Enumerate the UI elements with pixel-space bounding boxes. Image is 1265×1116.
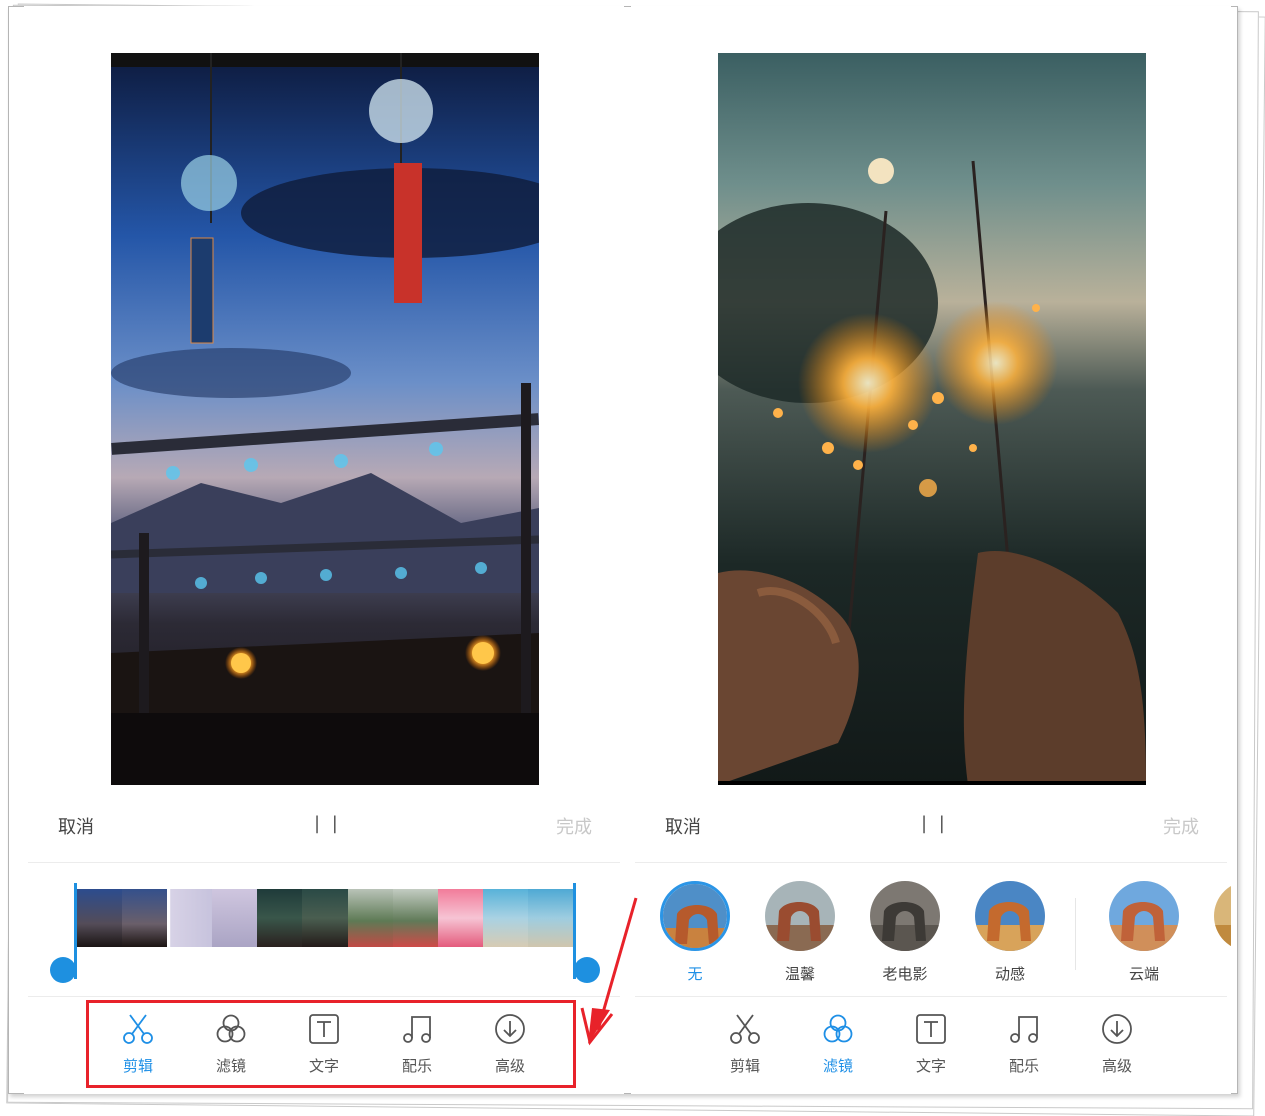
trim-right-handle[interactable] [574, 957, 600, 983]
divider [28, 862, 620, 863]
video-preview-sparklers [718, 53, 1146, 785]
tool-advanced[interactable]: 高级 [1082, 1011, 1152, 1076]
timeline-frame [482, 889, 528, 947]
filter-thumbnail [765, 881, 835, 951]
filter-thumbnail [660, 881, 730, 951]
trim-timeline[interactable] [50, 883, 600, 983]
editor-screen-filter: 取消 | | 完成 无 温馨 老电影 动感 云端 剪辑 滤镜 文字 配乐 高级 [631, 6, 1231, 1094]
filter-label: 动感 [994, 965, 1025, 983]
filter-label: 无 [687, 965, 703, 983]
tool-label: 文字 [915, 1057, 946, 1075]
timeline-frame [302, 889, 348, 947]
done-button[interactable]: 完成 [1163, 813, 1199, 839]
tool-label: 高级 [1101, 1057, 1132, 1075]
filter-circles-icon [823, 1014, 853, 1043]
timeline-frame [437, 889, 483, 947]
filter-thumbnail [870, 881, 940, 951]
timeline-frame [347, 889, 393, 947]
filter-label: 温馨 [784, 965, 815, 983]
pause-button[interactable]: | | [921, 813, 948, 834]
filter-option-dynamic[interactable]: 动感 [970, 878, 1050, 984]
timeline-frame [527, 889, 573, 947]
filter-thumbnail [975, 881, 1045, 951]
timeline-frames [77, 889, 573, 947]
text-t-icon [916, 1014, 946, 1044]
filter-label: 老电影 [882, 965, 928, 983]
tool-label: 剪辑 [729, 1057, 760, 1075]
cancel-button[interactable]: 取消 [665, 813, 701, 839]
divider [635, 996, 1227, 997]
download-circle-icon [1102, 1014, 1132, 1044]
filter-option-warm[interactable]: 温馨 [760, 878, 840, 984]
pause-button[interactable]: | | [314, 813, 341, 834]
music-note-icon [1010, 1016, 1038, 1043]
filter-separator [1075, 898, 1076, 970]
tool-filter[interactable]: 滤镜 [803, 1011, 873, 1076]
cancel-button[interactable]: 取消 [58, 813, 94, 839]
filter-thumbnail [1109, 881, 1179, 951]
timeline-frame [167, 889, 213, 947]
timeline-frame [392, 889, 438, 947]
filter-option-cloud[interactable]: 云端 [1104, 878, 1184, 984]
filter-label: 云端 [1128, 965, 1159, 983]
timeline-frame [212, 889, 258, 947]
tool-trim[interactable]: 剪辑 [710, 1011, 780, 1076]
video-preview-wind-chimes [111, 53, 539, 785]
filter-thumbnail [1214, 881, 1231, 951]
done-button[interactable]: 完成 [556, 813, 592, 839]
timeline-frame [77, 889, 123, 947]
tool-label: 滤镜 [822, 1057, 853, 1075]
timeline-frame [122, 889, 168, 947]
timeline-frame [257, 889, 303, 947]
editor-topbar: 取消 | | 完成 [631, 811, 1231, 841]
filter-option-partial[interactable] [1209, 878, 1231, 951]
filter-option-old-film[interactable]: 老电影 [865, 878, 945, 984]
bottom-toolbar: 剪辑 滤镜 文字 配乐 高级 [631, 1011, 1231, 1091]
scissors-icon [730, 1014, 760, 1044]
tool-label: 配乐 [1008, 1057, 1039, 1075]
trim-left-handle[interactable] [50, 957, 76, 983]
highlight-box-toolbar [86, 1000, 576, 1088]
tool-text[interactable]: 文字 [896, 1011, 966, 1076]
editor-screen-trim: 取消 | | 完成 剪辑 滤镜 文字 配乐 高级 [24, 6, 624, 1094]
filter-list: 无 温馨 老电影 动感 云端 [631, 878, 1231, 990]
tool-music[interactable]: 配乐 [989, 1011, 1059, 1076]
divider [635, 862, 1227, 863]
editor-topbar: 取消 | | 完成 [24, 811, 624, 841]
filter-option-none[interactable]: 无 [655, 878, 735, 984]
divider [28, 996, 620, 997]
